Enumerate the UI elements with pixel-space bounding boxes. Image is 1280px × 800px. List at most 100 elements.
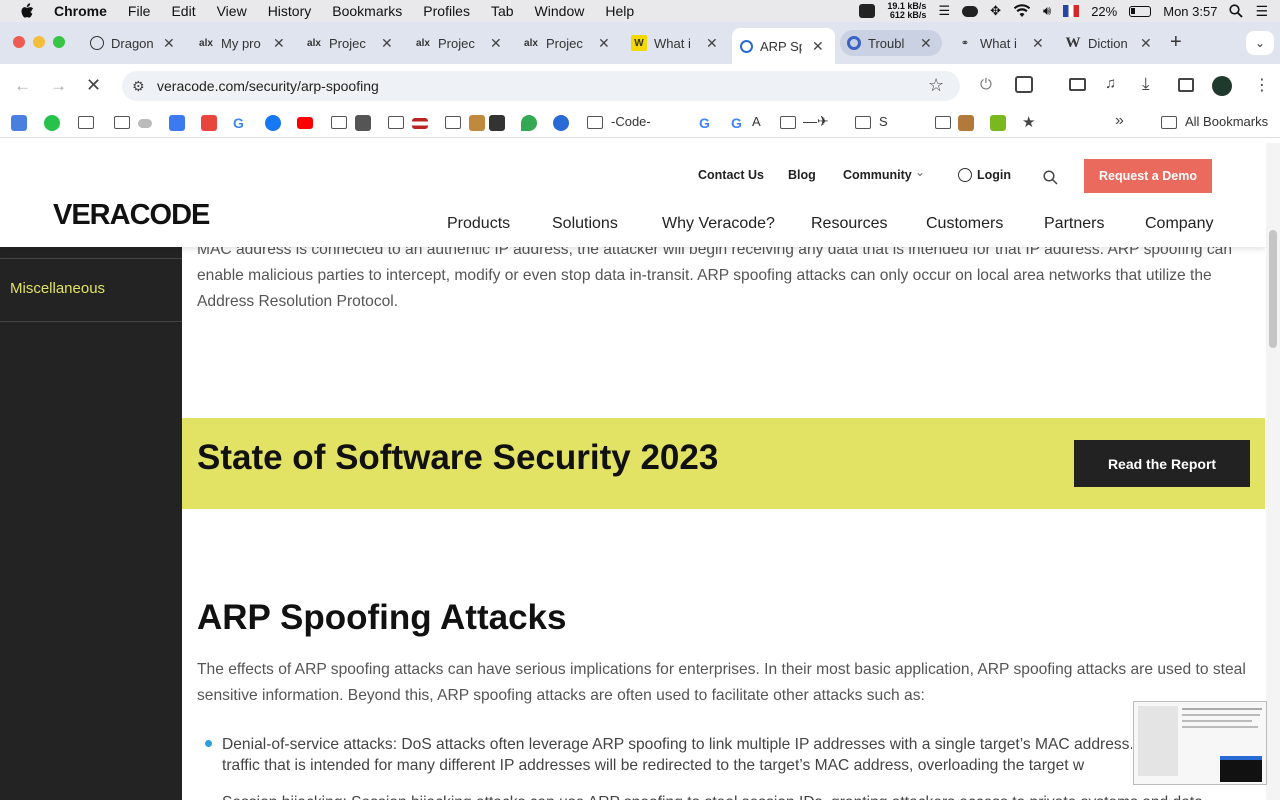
bookmark-folder-icon[interactable]: [78, 116, 94, 129]
apple-icon[interactable]: [20, 3, 34, 19]
close-tab-icon[interactable]: ✕: [381, 35, 393, 52]
youtube-icon[interactable]: [297, 117, 313, 129]
volume-icon[interactable]: 🔊︎: [1043, 3, 1051, 19]
tab-search-button[interactable]: ⌄: [1246, 31, 1274, 55]
chevron-down-icon[interactable]: ⌄: [915, 165, 925, 179]
bookmark-folder-icon[interactable]: [855, 116, 871, 129]
nav-solutions[interactable]: Solutions: [552, 215, 618, 233]
power-icon[interactable]: ⏻: [980, 76, 992, 93]
contact-us-link[interactable]: Contact Us: [698, 168, 764, 182]
bookmark-a[interactable]: A: [752, 114, 761, 129]
spotlight-search-icon[interactable]: [1229, 4, 1244, 18]
read-report-button[interactable]: Read the Report: [1074, 440, 1250, 487]
google-translate-icon[interactable]: [11, 115, 27, 131]
disk-icon[interactable]: [355, 115, 371, 131]
star-icon[interactable]: ★: [1022, 113, 1035, 131]
stop-loading-button[interactable]: ✕: [86, 75, 101, 96]
close-window-button[interactable]: [13, 36, 25, 48]
chrome-menu-icon[interactable]: ⋮: [1254, 75, 1270, 95]
whatsapp-icon[interactable]: [44, 115, 60, 131]
plane-icon[interactable]: —✈: [803, 113, 829, 130]
control-center-icon[interactable]: ☰: [1255, 3, 1268, 20]
menu-profiles[interactable]: Profiles: [423, 3, 470, 19]
bookmark-s[interactable]: S: [879, 114, 888, 129]
side-panel-icon[interactable]: [1178, 78, 1194, 92]
tab-what-i-1[interactable]: W What i ✕: [631, 30, 718, 56]
tab-projec-3[interactable]: alx Projec ✕: [523, 30, 610, 56]
menu-history[interactable]: History: [268, 3, 312, 19]
veracode-logo[interactable]: VERACODE: [53, 199, 210, 232]
scrollbar-thumb[interactable]: [1269, 230, 1277, 348]
user-icon[interactable]: [958, 168, 972, 182]
camera-icon[interactable]: [469, 115, 485, 131]
request-demo-button[interactable]: Request a Demo: [1084, 159, 1212, 193]
all-bookmarks-folder-icon[interactable]: [1161, 116, 1177, 129]
menu-view[interactable]: View: [217, 3, 247, 19]
screenshot-thumbnail-preview[interactable]: [1133, 701, 1267, 785]
blog-link[interactable]: Blog: [788, 168, 816, 182]
close-tab-icon[interactable]: ✕: [598, 35, 610, 52]
bookmark-folder-icon[interactable]: [331, 116, 347, 129]
wifi-icon[interactable]: [1013, 4, 1031, 18]
menu-bookmarks[interactable]: Bookmarks: [332, 3, 402, 19]
forward-button[interactable]: →: [50, 76, 67, 96]
google-icon[interactable]: G: [699, 115, 715, 131]
bookmark-folder-icon[interactable]: [114, 116, 130, 129]
tab-projec-1[interactable]: alx Projec ✕: [306, 30, 393, 56]
nav-products[interactable]: Products: [447, 215, 510, 233]
tab-what-i-2[interactable]: ⚭ What i ✕: [957, 30, 1044, 56]
close-tab-icon[interactable]: ✕: [1140, 35, 1152, 52]
us-flag-icon[interactable]: [412, 118, 428, 129]
sliders-icon[interactable]: ☰: [938, 3, 950, 19]
facebook-icon[interactable]: [265, 115, 281, 131]
close-tab-icon[interactable]: ✕: [1032, 35, 1044, 52]
site-info-icon[interactable]: ⚙: [132, 78, 145, 95]
community-link[interactable]: Community: [843, 168, 912, 182]
close-tab-icon[interactable]: ✕: [812, 38, 824, 55]
close-tab-icon[interactable]: ✕: [490, 35, 502, 52]
search-icon[interactable]: [1043, 170, 1058, 185]
bookmark-code[interactable]: -Code-: [611, 114, 651, 129]
cast-icon[interactable]: [1069, 78, 1086, 91]
nav-resources[interactable]: Resources: [811, 215, 887, 233]
globe-icon[interactable]: [553, 115, 569, 131]
download-arrow-icon[interactable]: [990, 115, 1006, 131]
cloud-icon[interactable]: [962, 5, 979, 17]
page-scrollbar[interactable]: [1266, 143, 1280, 800]
tab-dragon[interactable]: Dragon ✕: [90, 30, 175, 56]
close-tab-icon[interactable]: ✕: [920, 35, 932, 52]
address-bar[interactable]: ⚙ veracode.com/security/arp-spoofing ☆: [122, 71, 960, 101]
tab-troubl[interactable]: Troubl ✕: [840, 30, 942, 56]
tab-projec-2[interactable]: alx Projec ✕: [415, 30, 502, 56]
close-tab-icon[interactable]: ✕: [706, 35, 718, 52]
battery-icon[interactable]: [1129, 5, 1152, 17]
nav-customers[interactable]: Customers: [926, 215, 1003, 233]
all-bookmarks[interactable]: All Bookmarks: [1185, 114, 1268, 129]
login-link[interactable]: Login: [977, 168, 1011, 182]
gmail-icon[interactable]: [201, 115, 217, 131]
maps-icon[interactable]: [521, 115, 537, 131]
menu-edit[interactable]: Edit: [171, 3, 195, 19]
video-camera-icon[interactable]: [489, 115, 505, 131]
nav-why-veracode[interactable]: Why Veracode?: [662, 215, 775, 233]
tab-arp-spoofing[interactable]: ARP Sp ✕: [732, 28, 835, 64]
close-tab-icon[interactable]: ✕: [163, 35, 175, 52]
bookmark-folder-icon[interactable]: [388, 116, 404, 129]
url-text[interactable]: veracode.com/security/arp-spoofing: [157, 78, 379, 94]
back-button[interactable]: ←: [14, 76, 31, 96]
input-source-icon[interactable]: [1063, 5, 1080, 17]
media-icon[interactable]: ♫: [1105, 75, 1116, 92]
bookmark-folder-icon[interactable]: [780, 116, 796, 129]
bookmark-folder-icon[interactable]: [445, 116, 461, 129]
menu-file[interactable]: File: [128, 3, 151, 19]
menu-window[interactable]: Window: [535, 3, 585, 19]
google-icon[interactable]: G: [731, 115, 747, 131]
cloud-icon[interactable]: [138, 119, 152, 128]
profile-avatar[interactable]: [1212, 76, 1232, 96]
google-icon[interactable]: G: [233, 115, 249, 131]
minimize-window-button[interactable]: [33, 36, 45, 48]
nav-company[interactable]: Company: [1145, 215, 1213, 233]
package-icon[interactable]: [958, 115, 974, 131]
sidebar-item-miscellaneous[interactable]: Miscellaneous: [10, 280, 105, 297]
tab-my-pro[interactable]: alx My pro ✕: [198, 30, 285, 56]
